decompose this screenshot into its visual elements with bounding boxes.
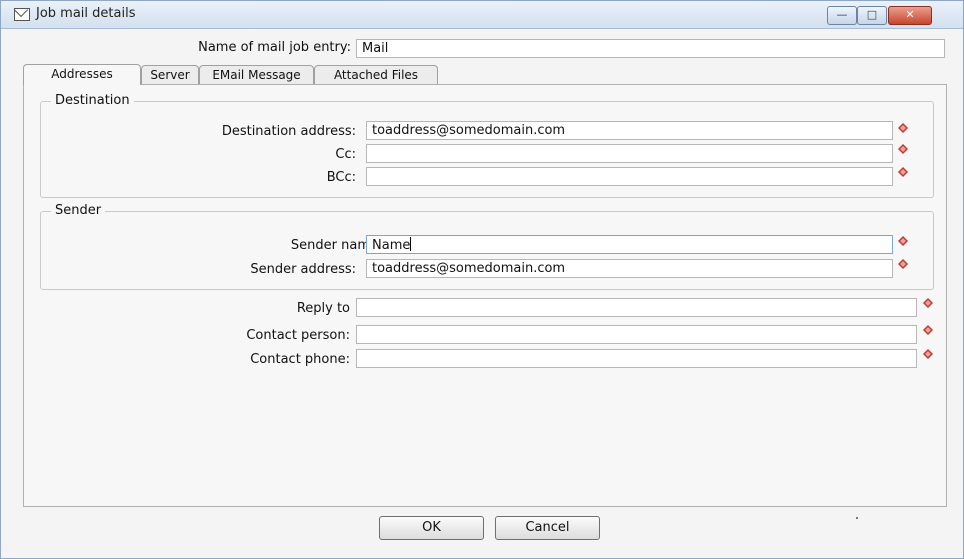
cc-label: Cc:: [335, 147, 356, 162]
close-button[interactable]: ✕: [888, 6, 932, 25]
sender-name-input[interactable]: Name: [366, 235, 893, 254]
job-entry-name-label: Name of mail job entry:: [198, 40, 351, 55]
cc-input[interactable]: [366, 144, 893, 163]
resize-dot: [856, 517, 858, 519]
maximize-button[interactable]: □: [857, 6, 887, 25]
bcc-input[interactable]: [366, 167, 893, 186]
contact-phone-label: Contact phone:: [250, 352, 350, 367]
window-title: Job mail details: [36, 6, 136, 21]
tab-addresses[interactable]: Addresses: [23, 64, 141, 85]
cancel-button[interactable]: Cancel: [495, 516, 600, 540]
sender-name-value: Name: [372, 238, 411, 253]
variable-icon[interactable]: [898, 144, 908, 154]
tab-server[interactable]: Server: [141, 65, 199, 84]
minimize-button[interactable]: —: [827, 6, 857, 25]
title-bar[interactable]: Job mail details — □ ✕: [1, 1, 963, 29]
sender-address-input[interactable]: toaddress@somedomain.com: [366, 259, 893, 278]
variable-icon[interactable]: [898, 123, 908, 133]
ok-button[interactable]: OK: [379, 516, 484, 540]
bcc-label: BCc:: [326, 170, 356, 185]
sender-address-label: Sender address:: [250, 262, 356, 277]
minimize-icon: —: [836, 8, 848, 21]
text-caret: [410, 237, 412, 251]
contact-person-input[interactable]: [356, 325, 917, 344]
addresses-panel: Destination Destination address: toaddre…: [23, 84, 947, 507]
destination-address-input[interactable]: toaddress@somedomain.com: [366, 121, 893, 140]
reply-to-input[interactable]: [356, 298, 917, 317]
contact-phone-input[interactable]: [356, 349, 917, 368]
sender-name-label: Sender name: [290, 238, 378, 253]
variable-icon[interactable]: [898, 236, 908, 246]
contact-person-label: Contact person:: [246, 328, 350, 343]
maximize-icon: □: [866, 8, 878, 21]
reply-to-label: Reply to: [296, 301, 350, 316]
close-icon: ✕: [905, 8, 915, 21]
destination-address-label: Destination address:: [221, 124, 356, 139]
variable-icon[interactable]: [898, 259, 908, 269]
job-entry-name-input[interactable]: Mail: [356, 39, 945, 58]
tab-attached-files[interactable]: Attached Files: [314, 65, 438, 84]
tab-email-message[interactable]: EMail Message: [199, 65, 314, 84]
variable-icon[interactable]: [923, 349, 933, 359]
variable-icon[interactable]: [923, 298, 933, 308]
destination-group-title: Destination: [51, 93, 134, 108]
envelope-icon: [14, 8, 30, 21]
sender-group-title: Sender: [51, 203, 106, 218]
variable-icon[interactable]: [923, 325, 933, 335]
job-mail-details-dialog: Job mail details — □ ✕ Name of mail job …: [0, 0, 964, 559]
variable-icon[interactable]: [898, 167, 908, 177]
